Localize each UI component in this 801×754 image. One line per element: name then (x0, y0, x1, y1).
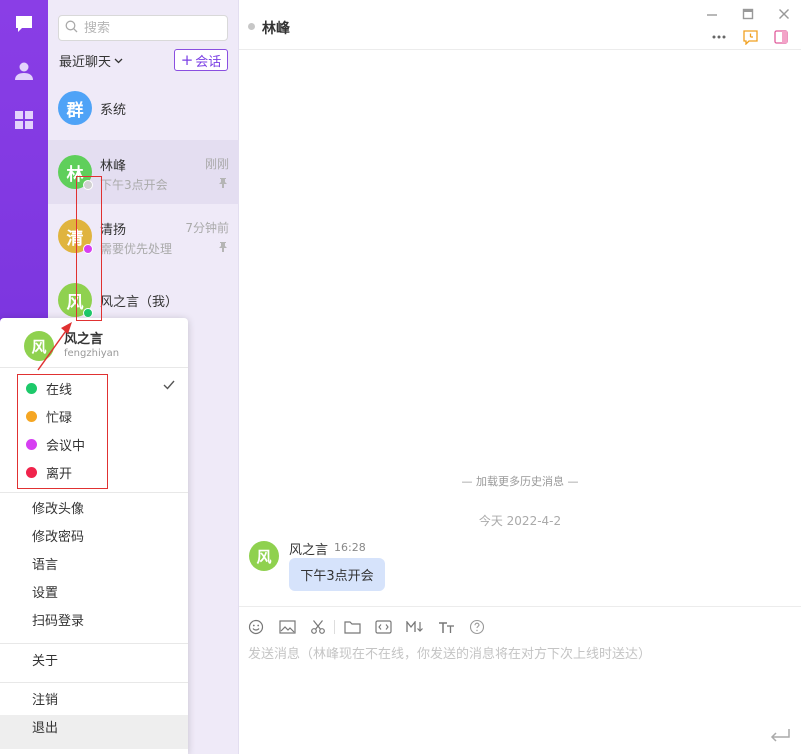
conversation-preview: 下午3点开会 (100, 178, 168, 192)
message-avatar[interactable]: 风 (249, 541, 279, 571)
status-label: 离开 (46, 467, 73, 482)
help-icon[interactable] (468, 618, 486, 636)
status-dot (26, 467, 37, 478)
change-password-item[interactable]: 修改密码 (0, 524, 188, 552)
scissors-icon[interactable] (309, 618, 327, 636)
chevron-down-icon (114, 58, 123, 64)
recent-chat-filter[interactable]: 最近聊天 (59, 51, 123, 70)
checkmark-icon (163, 379, 175, 394)
text-format-icon[interactable] (437, 618, 455, 636)
message-input[interactable] (248, 643, 788, 723)
status-dot (248, 23, 255, 30)
new-chat-label: 会话 (195, 54, 222, 70)
conversation-preview: 需要优先处理 (100, 242, 173, 256)
popup-username: fengzhiyan (64, 348, 120, 359)
chat-title: 林峰 (262, 21, 290, 37)
load-more-history[interactable]: — 加载更多历史消息 — (239, 473, 801, 489)
chat-bubble-icon[interactable] (13, 13, 35, 35)
user-status-menu: 风 风之言 fengzhiyan 在线 忙碌 会议中 离开 修改头像 修改密码 … (0, 318, 188, 754)
divider (0, 367, 188, 368)
status-dot (83, 180, 93, 190)
about-item[interactable]: 关于 (0, 648, 188, 676)
plus-icon: + (180, 50, 194, 69)
status-dot (26, 383, 37, 394)
change-avatar-item[interactable]: 修改头像 (0, 496, 188, 524)
message-bubble[interactable]: 下午3点开会 (289, 558, 385, 591)
grid-icon[interactable] (13, 109, 35, 131)
status-online-option[interactable]: 在线 (0, 374, 188, 402)
divider (0, 643, 188, 644)
new-chat-button[interactable]: + 会话 (174, 49, 228, 71)
status-label: 忙碌 (46, 411, 73, 426)
status-dot (26, 439, 37, 450)
image-icon[interactable] (278, 618, 296, 636)
conversation-name: 风之言（我） (100, 295, 179, 310)
qr-login-item[interactable]: 扫码登录 (0, 608, 188, 636)
markdown-icon[interactable] (406, 618, 424, 636)
status-dot (26, 411, 37, 422)
status-meeting-option[interactable]: 会议中 (0, 430, 188, 458)
conversation-name: 林峰 (100, 159, 127, 174)
popup-user-name: 风之言 (64, 332, 104, 347)
filter-label: 最近聊天 (59, 55, 112, 70)
chat-history-icon[interactable] (741, 28, 759, 46)
close-icon[interactable] (775, 5, 793, 23)
settings-item[interactable]: 设置 (0, 580, 188, 608)
minimize-icon[interactable] (703, 5, 721, 23)
status-dot (83, 308, 93, 318)
conversation-time: 刚刚 (204, 157, 229, 171)
maximize-icon[interactable] (739, 5, 757, 23)
message-time: 16:28 (334, 541, 366, 554)
search-input[interactable] (84, 20, 214, 36)
pin-icon (219, 177, 227, 192)
conversation-name: 系统 (100, 103, 127, 118)
more-icon[interactable] (710, 28, 728, 46)
date-divider: 今天 2022-4-2 (478, 514, 562, 528)
exit-item[interactable]: 退出 (0, 715, 188, 749)
folder-icon[interactable] (343, 618, 361, 636)
avatar: 风 (24, 331, 54, 361)
pin-icon (219, 241, 227, 256)
emoji-icon[interactable] (247, 618, 265, 636)
message-sender: 风之言 (289, 543, 329, 558)
chat-header: 林峰 (239, 0, 801, 50)
search-box[interactable] (58, 15, 228, 41)
language-item[interactable]: 语言 (0, 552, 188, 580)
divider (0, 492, 188, 493)
conversation-time: 7分钟前 (185, 221, 229, 235)
status-label: 在线 (46, 383, 73, 398)
search-icon (65, 20, 78, 37)
avatar: 群 (58, 91, 92, 125)
code-icon[interactable] (374, 618, 392, 636)
conversation-item[interactable]: 林 林峰 刚刚 下午3点开会 (48, 140, 239, 204)
divider (0, 682, 188, 683)
sidebar-toggle-icon[interactable] (772, 28, 790, 46)
logout-item[interactable]: 注销 (0, 687, 188, 715)
status-busy-option[interactable]: 忙碌 (0, 402, 188, 430)
toolbar-divider (334, 620, 335, 634)
message-input-area (239, 606, 801, 754)
status-dot (83, 244, 93, 254)
conversation-item[interactable]: 清 清扬 7分钟前 需要优先处理 (48, 204, 239, 268)
status-away-option[interactable]: 离开 (0, 458, 188, 486)
person-icon[interactable] (13, 60, 35, 82)
send-icon[interactable] (769, 728, 791, 746)
conversation-name: 清扬 (100, 223, 127, 238)
status-label: 会议中 (46, 439, 86, 454)
conversation-item[interactable]: 群 系统 (48, 76, 239, 140)
